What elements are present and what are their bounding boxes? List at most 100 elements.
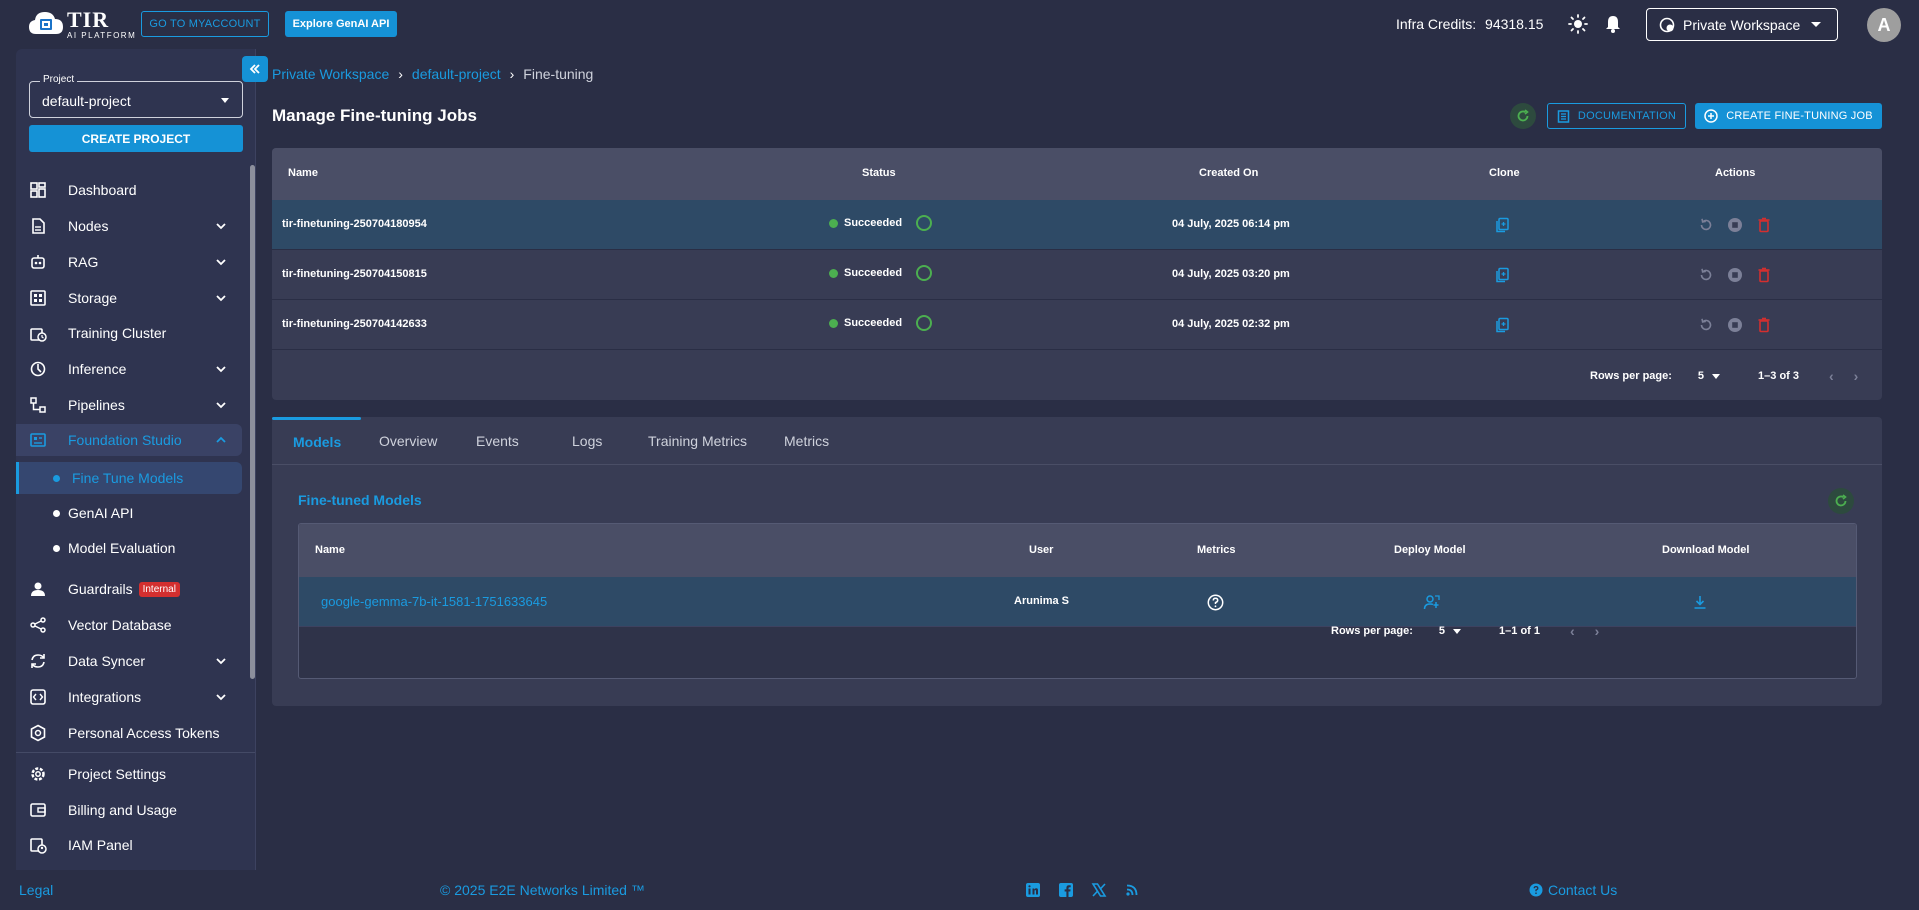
retry-icon[interactable] bbox=[1698, 267, 1714, 283]
sidebar-item-storage[interactable]: Storage bbox=[16, 282, 242, 314]
collapse-sidebar-button[interactable] bbox=[242, 56, 268, 82]
create-fine-tuning-job-button[interactable]: CREATE FINE-TUNING JOB bbox=[1695, 103, 1882, 129]
x-twitter-icon[interactable] bbox=[1091, 882, 1107, 898]
tab-models[interactable]: Models bbox=[293, 434, 341, 450]
sidebar-item-dashboard[interactable]: Dashboard bbox=[16, 174, 242, 206]
stop-icon[interactable] bbox=[1727, 317, 1743, 333]
rows-per-page-select[interactable]: 5 bbox=[1439, 625, 1462, 637]
rows-per-page-select[interactable]: 5 bbox=[1698, 370, 1721, 382]
tab-logs[interactable]: Logs bbox=[572, 433, 602, 449]
refresh-models-button[interactable] bbox=[1828, 488, 1854, 514]
download-icon[interactable] bbox=[1692, 594, 1708, 610]
sidebar-item-inference[interactable]: Inference bbox=[16, 353, 242, 385]
table-row[interactable]: google-gemma-7b-it-1581-1751633645 Aruni… bbox=[299, 577, 1856, 627]
project-select[interactable]: Project default-project bbox=[29, 74, 243, 118]
sidebar-item-pipelines[interactable]: Pipelines bbox=[16, 389, 242, 421]
sidebar-item-vector-database[interactable]: Vector Database bbox=[16, 609, 242, 641]
deploy-user-icon[interactable] bbox=[1423, 594, 1441, 610]
column-header-download-model: Download Model bbox=[1662, 544, 1750, 556]
document-icon bbox=[1557, 109, 1570, 123]
sidebar-item-label: Personal Access Tokens bbox=[68, 725, 220, 741]
cluster-icon bbox=[30, 328, 47, 342]
sidebar-item-training-cluster[interactable]: Training Cluster bbox=[16, 317, 242, 349]
storage-icon bbox=[30, 290, 46, 306]
delete-icon[interactable] bbox=[1756, 317, 1772, 333]
contact-us-link[interactable]: Contact Us bbox=[1529, 882, 1617, 898]
status-badge: Succeeded bbox=[829, 315, 933, 331]
chevron-down-icon bbox=[1712, 373, 1721, 379]
status-dot-icon bbox=[829, 218, 838, 228]
footer: Legal © 2025 E2E Networks Limited ™ Cont… bbox=[0, 870, 1919, 910]
chevron-down-icon bbox=[216, 223, 226, 230]
sidebar-item-data-syncer[interactable]: Data Syncer bbox=[16, 645, 242, 677]
next-page-icon[interactable]: › bbox=[1854, 368, 1859, 384]
bullet-icon bbox=[53, 474, 60, 482]
breadcrumb-workspace[interactable]: Private Workspace bbox=[272, 66, 389, 82]
sidebar-item-personal-access-tokens[interactable]: Personal Access Tokens bbox=[16, 717, 242, 749]
tab-overview[interactable]: Overview bbox=[379, 433, 437, 449]
clone-icon[interactable] bbox=[1494, 267, 1510, 283]
prev-page-icon[interactable]: ‹ bbox=[1829, 368, 1834, 384]
documentation-button[interactable]: DOCUMENTATION bbox=[1547, 103, 1686, 129]
refresh-icon bbox=[1517, 109, 1529, 122]
stop-icon[interactable] bbox=[1727, 217, 1743, 233]
bell-icon[interactable] bbox=[1603, 14, 1623, 34]
credits-label: Infra Credits: bbox=[1396, 16, 1477, 32]
rss-icon[interactable] bbox=[1124, 882, 1140, 898]
next-page-icon[interactable]: › bbox=[1595, 623, 1600, 639]
dashboard-icon bbox=[30, 182, 46, 198]
sidebar-divider bbox=[16, 752, 256, 753]
sidebar-item-integrations[interactable]: Integrations bbox=[16, 681, 242, 713]
clone-icon[interactable] bbox=[1494, 317, 1510, 333]
legal-link[interactable]: Legal bbox=[19, 882, 53, 898]
sidebar-item-nodes[interactable]: Nodes bbox=[16, 210, 242, 242]
column-header-status: Status bbox=[862, 167, 896, 179]
table-row[interactable]: tir-finetuning-250704180954 Succeeded 04… bbox=[272, 200, 1882, 250]
tir-logo[interactable]: TIR AI PLATFORM bbox=[27, 8, 136, 40]
sidebar-item-model-evaluation[interactable]: Model Evaluation bbox=[16, 532, 242, 564]
sidebar-item-billing-and-usage[interactable]: Billing and Usage bbox=[16, 794, 242, 826]
sidebar-item-label: Billing and Usage bbox=[68, 802, 177, 818]
clone-icon[interactable] bbox=[1494, 217, 1510, 233]
model-name-link[interactable]: google-gemma-7b-it-1581-1751633645 bbox=[321, 594, 547, 609]
table-row[interactable]: tir-finetuning-250704150815 Succeeded 04… bbox=[272, 250, 1882, 300]
sidebar-item-label: Pipelines bbox=[68, 397, 125, 413]
status-text: Succeeded bbox=[844, 267, 903, 279]
breadcrumb-project[interactable]: default-project bbox=[412, 66, 501, 82]
sidebar-item-genai-api[interactable]: GenAI API bbox=[16, 497, 242, 529]
retry-icon[interactable] bbox=[1698, 217, 1714, 233]
user-shield-icon bbox=[31, 582, 45, 596]
sidebar-item-project-settings[interactable]: Project Settings bbox=[16, 758, 242, 790]
avatar[interactable]: A bbox=[1867, 8, 1901, 42]
linkedin-icon[interactable] bbox=[1025, 882, 1041, 898]
stop-icon[interactable] bbox=[1727, 267, 1743, 283]
explore-genai-api-button[interactable]: Explore GenAI API bbox=[285, 11, 397, 37]
go-to-myaccount-button[interactable]: GO TO MYACCOUNT bbox=[141, 11, 269, 37]
breadcrumb-separator: › bbox=[398, 66, 403, 82]
sidebar-item-foundation-studio[interactable]: Foundation Studio bbox=[16, 424, 242, 456]
refresh-icon bbox=[1835, 494, 1847, 507]
tab-events[interactable]: Events bbox=[476, 433, 519, 449]
delete-icon[interactable] bbox=[1756, 267, 1772, 283]
sidebar-item-iam-panel[interactable]: IAM Panel bbox=[16, 829, 242, 861]
tab-metrics[interactable]: Metrics bbox=[784, 433, 829, 449]
chevron-down-icon bbox=[216, 295, 226, 302]
create-project-button[interactable]: CREATE PROJECT bbox=[29, 125, 243, 152]
facebook-icon[interactable] bbox=[1058, 882, 1074, 898]
sun-icon[interactable] bbox=[1568, 14, 1588, 34]
chevron-down-icon bbox=[216, 658, 226, 665]
sidebar-item-rag[interactable]: RAG bbox=[16, 246, 242, 278]
help-circle-icon[interactable] bbox=[1207, 594, 1224, 611]
page-range: 1–3 of 3 bbox=[1758, 370, 1799, 382]
sidebar-item-fine-tune-models[interactable]: Fine Tune Models bbox=[16, 462, 242, 494]
table-row[interactable]: tir-finetuning-250704142633 Succeeded 04… bbox=[272, 300, 1882, 350]
refresh-jobs-button[interactable] bbox=[1510, 103, 1536, 129]
sidebar-item-guardrails[interactable]: Guardrails Internal bbox=[16, 573, 242, 605]
retry-icon[interactable] bbox=[1698, 317, 1714, 333]
created-on: 04 July, 2025 06:14 pm bbox=[1172, 218, 1290, 230]
workspace-select[interactable]: Private Workspace bbox=[1646, 8, 1838, 41]
tab-training-metrics[interactable]: Training Metrics bbox=[648, 433, 747, 449]
delete-icon[interactable] bbox=[1756, 217, 1772, 233]
prev-page-icon[interactable]: ‹ bbox=[1570, 623, 1575, 639]
rows-per-page-label: Rows per page: bbox=[1590, 370, 1672, 382]
